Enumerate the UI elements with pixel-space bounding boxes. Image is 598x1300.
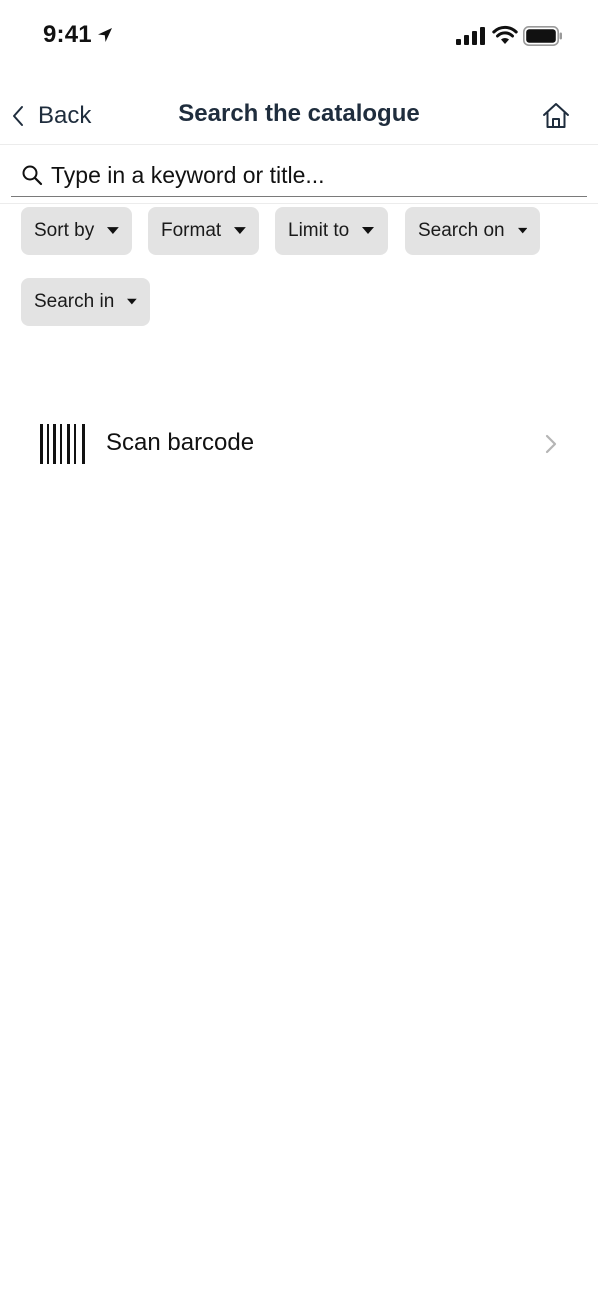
barcode-icon xyxy=(40,424,85,464)
caret-down-icon xyxy=(127,298,137,305)
search-icon xyxy=(22,165,43,186)
battery-icon xyxy=(523,26,562,46)
back-button[interactable]: Back xyxy=(10,98,91,134)
search-catalogue-screen: 9:41 Back Search the catalogue Type in a… xyxy=(0,0,598,1300)
home-icon[interactable] xyxy=(540,100,572,132)
chevron-right-icon xyxy=(545,434,557,454)
filter-format[interactable]: Format xyxy=(148,207,259,255)
filter-search-in[interactable]: Search in xyxy=(21,278,150,326)
back-label: Back xyxy=(38,102,92,129)
search-input[interactable] xyxy=(51,161,571,189)
chip-label: Search in xyxy=(34,291,115,312)
navigation-bar: Back Search the catalogue xyxy=(0,88,598,145)
status-time: 9:41 xyxy=(43,21,92,48)
caret-down-icon xyxy=(362,227,375,234)
scan-barcode-row[interactable]: Scan barcode xyxy=(0,414,598,474)
caret-down-icon xyxy=(234,227,246,234)
caret-down-icon xyxy=(517,227,527,234)
chip-label: Sort by xyxy=(34,220,95,241)
chevron-left-icon xyxy=(13,106,23,126)
location-arrow-icon xyxy=(98,28,112,42)
scan-barcode-label: Scan barcode xyxy=(106,429,255,456)
wifi-icon xyxy=(492,25,518,44)
filter-sort-by[interactable]: Sort by xyxy=(21,207,132,255)
filter-search-on[interactable]: Search on xyxy=(405,207,540,255)
search-field xyxy=(11,154,587,197)
cellular-signal-icon xyxy=(456,27,485,45)
filter-limit-to[interactable]: Limit to xyxy=(275,207,388,255)
chip-label: Limit to xyxy=(288,220,350,241)
divider xyxy=(0,203,598,204)
chip-label: Search on xyxy=(418,220,505,241)
chip-label: Format xyxy=(161,220,222,241)
status-bar: 9:41 xyxy=(0,0,598,76)
caret-down-icon xyxy=(107,227,119,234)
